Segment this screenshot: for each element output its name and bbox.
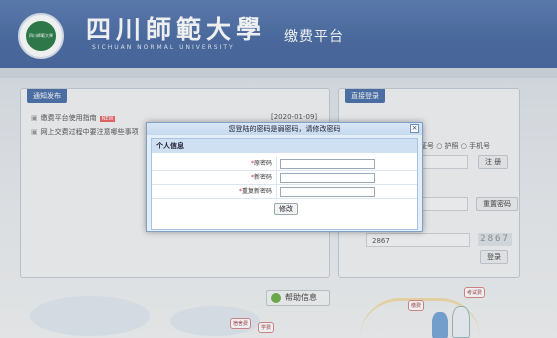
confirm-password-row: *重复新密码	[152, 185, 417, 199]
modify-button[interactable]: 修改	[274, 203, 298, 215]
new-password-input[interactable]	[280, 173, 375, 183]
close-icon[interactable]: ×	[410, 124, 419, 133]
row-divider	[276, 185, 277, 199]
field-label: *重复新密码	[152, 185, 272, 199]
section-title: 个人信息	[152, 139, 417, 153]
old-password-input[interactable]	[280, 159, 375, 169]
new-password-row: *新密码	[152, 171, 417, 185]
new-password-label: 新密码	[253, 174, 272, 181]
change-password-dialog: 您登陆的密码是弱密码，请修改密码 × 个人信息 *原密码 *新密码 *重复新密码…	[146, 122, 423, 232]
dialog-body: 个人信息 *原密码 *新密码 *重复新密码 修改	[151, 138, 418, 230]
old-password-label: 原密码	[253, 160, 272, 167]
dialog-title: 您登陆的密码是弱密码，请修改密码	[147, 123, 422, 135]
confirm-password-label: 重复新密码	[241, 188, 272, 195]
confirm-password-input[interactable]	[280, 187, 375, 197]
field-label: *新密码	[152, 171, 272, 185]
field-label: *原密码	[152, 157, 272, 171]
row-divider	[276, 157, 277, 171]
old-password-row: *原密码	[152, 157, 417, 171]
row-divider	[276, 171, 277, 185]
